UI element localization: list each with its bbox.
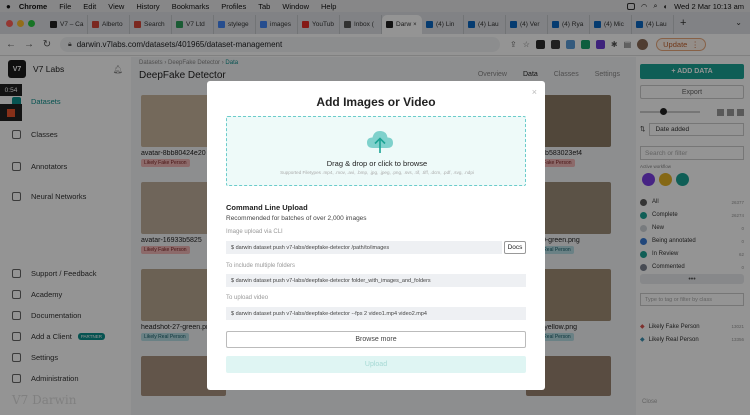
upload-dropzone[interactable]: Drag & drop or click to browse Supported… [226, 116, 526, 186]
dropzone-title: Drag & drop or click to browse [326, 159, 428, 168]
modal-title: Add Images or Video [316, 95, 436, 109]
cli-command-folders[interactable]: $ darwin dataset push v7-labs/deepfake-d… [226, 274, 526, 287]
docs-button[interactable]: Docs [504, 241, 526, 254]
cli-label-video: To upload video [226, 295, 269, 301]
browse-more-button[interactable]: Browse more [226, 331, 526, 348]
upload-button[interactable]: Upload [226, 356, 526, 373]
cli-command-video[interactable]: $ darwin dataset push v7-labs/deepfake-d… [226, 307, 526, 320]
add-images-modal: × Add Images or Video Drag & drop or cli… [207, 81, 545, 390]
cli-command-images[interactable]: $ darwin dataset push v7-labs/deepfake-d… [226, 241, 502, 254]
cli-description: Recommended for batches of over 2,000 im… [226, 215, 367, 222]
cli-title: Command Line Upload [226, 203, 308, 212]
cli-label-folders: To include multiple folders [226, 263, 296, 269]
dropzone-filetypes: Supported Filetypes .mp4, .mov, .avi, .b… [280, 170, 474, 175]
cli-label-images: Image upload via CLI [226, 229, 283, 235]
cloud-upload-icon [367, 131, 393, 153]
